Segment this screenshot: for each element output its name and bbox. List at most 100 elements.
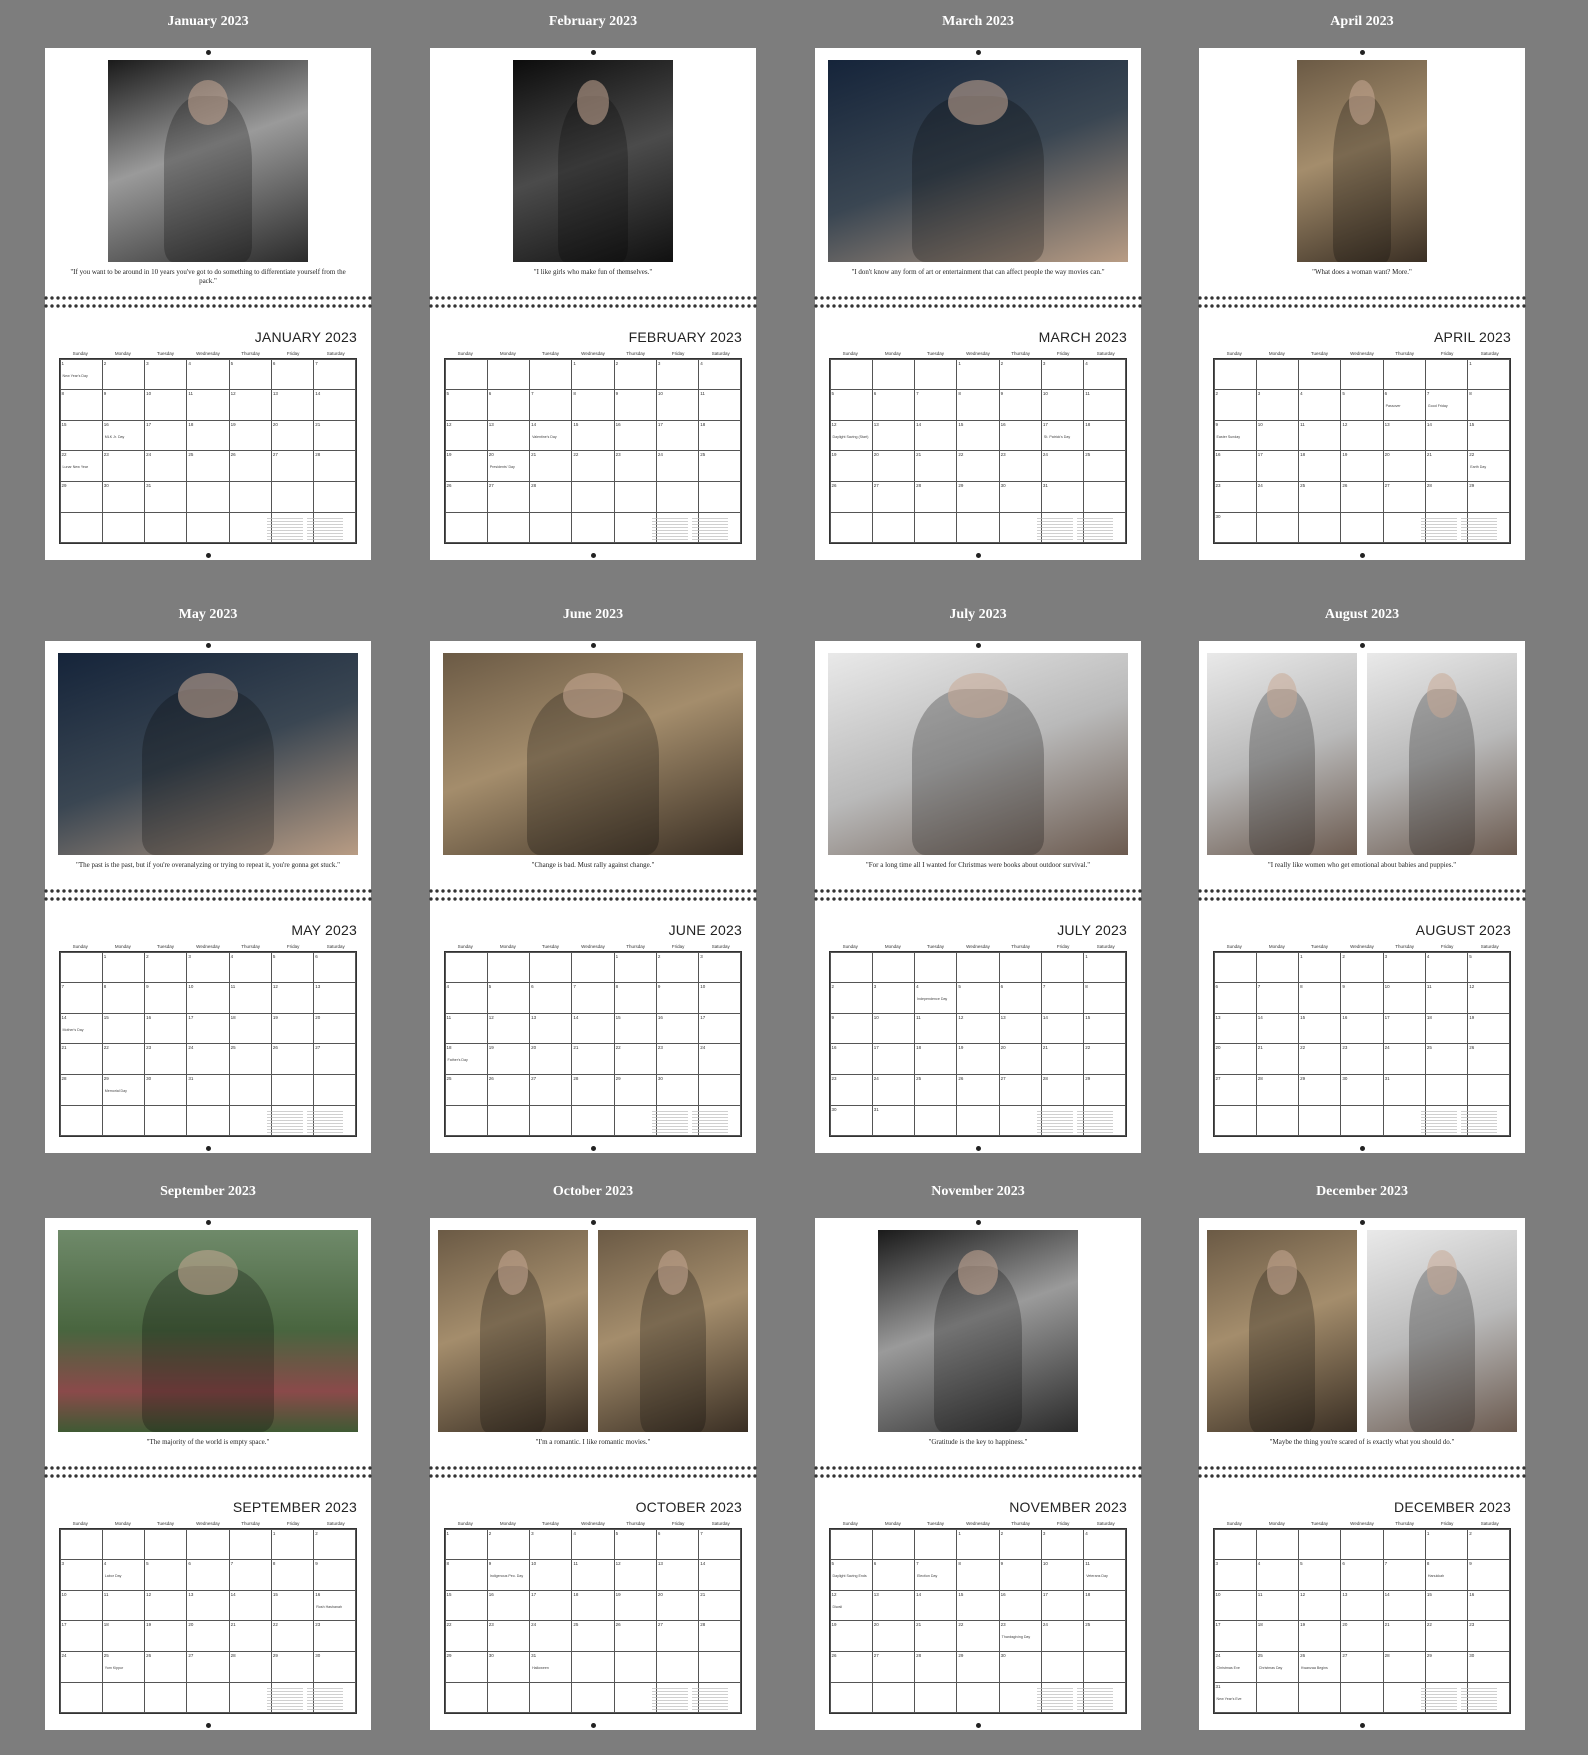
- day-cell[interactable]: 15: [1298, 1012, 1342, 1045]
- day-cell[interactable]: [228, 1104, 272, 1137]
- day-cell[interactable]: 3: [144, 358, 188, 391]
- day-cell[interactable]: [186, 1104, 230, 1137]
- day-cell[interactable]: 21: [914, 450, 958, 483]
- day-cell[interactable]: [613, 1104, 657, 1137]
- day-cell[interactable]: [529, 511, 573, 544]
- day-cell[interactable]: 13: [655, 1559, 700, 1591]
- day-cell[interactable]: [613, 1651, 657, 1683]
- day-cell[interactable]: 8: [613, 982, 657, 1014]
- day-cell[interactable]: [444, 358, 488, 391]
- day-cell[interactable]: 13: [998, 1012, 1042, 1045]
- day-cell[interactable]: 27: [1382, 481, 1426, 513]
- day-cell[interactable]: 4: [1083, 358, 1127, 391]
- day-cell[interactable]: [529, 358, 573, 391]
- day-cell[interactable]: [529, 1104, 573, 1137]
- day-cell[interactable]: 18: [228, 1012, 272, 1045]
- day-cell[interactable]: 26: [829, 481, 873, 513]
- day-cell[interactable]: 10: [1382, 982, 1426, 1014]
- day-cell[interactable]: 20 Presidents' Day: [486, 450, 531, 483]
- day-cell[interactable]: 18 Father's Day: [444, 1043, 488, 1076]
- day-cell[interactable]: [829, 1681, 873, 1714]
- day-cell[interactable]: 24 Christmas Eve: [1213, 1651, 1257, 1683]
- day-cell[interactable]: [998, 951, 1042, 984]
- day-cell[interactable]: 30: [1213, 511, 1257, 544]
- day-cell[interactable]: 12 Diwali: [829, 1589, 873, 1622]
- day-cell[interactable]: [270, 1074, 315, 1106]
- day-cell[interactable]: [998, 1104, 1042, 1137]
- day-cell[interactable]: 15: [1083, 1012, 1127, 1045]
- day-cell[interactable]: 13: [186, 1589, 230, 1622]
- day-cell[interactable]: 25: [186, 450, 230, 483]
- day-cell[interactable]: 14: [313, 389, 357, 421]
- day-cell[interactable]: 10: [871, 1012, 916, 1045]
- day-cell[interactable]: 13: [529, 1012, 573, 1045]
- day-cell[interactable]: [101, 1104, 146, 1137]
- day-cell[interactable]: [529, 951, 573, 984]
- day-cell[interactable]: 7 Election Day: [914, 1559, 958, 1591]
- day-cell[interactable]: 1: [444, 1528, 488, 1561]
- day-cell[interactable]: 10: [59, 1589, 103, 1622]
- day-cell[interactable]: [871, 951, 916, 984]
- day-cell[interactable]: 10: [186, 982, 230, 1014]
- day-cell[interactable]: 20: [313, 1012, 357, 1045]
- day-cell[interactable]: [1255, 1528, 1300, 1561]
- day-cell[interactable]: 27: [655, 1620, 700, 1653]
- day-cell[interactable]: 10: [1213, 1589, 1257, 1622]
- day-cell[interactable]: 17: [59, 1620, 103, 1653]
- day-cell[interactable]: 23: [1340, 1043, 1384, 1076]
- day-cell[interactable]: 28: [313, 450, 357, 483]
- day-cell[interactable]: [59, 951, 103, 984]
- day-cell[interactable]: 14: [571, 1012, 615, 1045]
- day-cell[interactable]: [698, 1651, 742, 1683]
- day-cell[interactable]: 18: [1083, 419, 1127, 452]
- day-cell[interactable]: 16: [1213, 450, 1257, 483]
- day-cell[interactable]: 20: [998, 1043, 1042, 1076]
- day-cell[interactable]: 7: [529, 389, 573, 421]
- day-cell[interactable]: 5: [144, 1559, 188, 1591]
- day-cell[interactable]: 23: [998, 450, 1042, 483]
- day-cell[interactable]: 15: [956, 419, 1000, 452]
- day-cell[interactable]: 20: [186, 1620, 230, 1653]
- day-cell[interactable]: [956, 511, 1000, 544]
- day-cell[interactable]: 23: [101, 450, 146, 483]
- day-cell[interactable]: 23: [1467, 1620, 1511, 1653]
- day-cell[interactable]: 28: [914, 1651, 958, 1683]
- day-cell[interactable]: 4: [1255, 1559, 1300, 1591]
- day-cell[interactable]: 19: [956, 1043, 1000, 1076]
- day-cell[interactable]: 5: [1340, 389, 1384, 421]
- day-cell[interactable]: 13: [1340, 1589, 1384, 1622]
- day-cell[interactable]: 21: [914, 1620, 958, 1653]
- day-cell[interactable]: 8: [571, 389, 615, 421]
- day-cell[interactable]: [571, 1651, 615, 1683]
- day-cell[interactable]: 17: [529, 1589, 573, 1622]
- day-cell[interactable]: 21: [59, 1043, 103, 1076]
- day-cell[interactable]: [59, 1104, 103, 1137]
- day-cell[interactable]: [613, 1681, 657, 1714]
- day-cell[interactable]: 21: [529, 450, 573, 483]
- day-cell[interactable]: 12: [144, 1589, 188, 1622]
- day-cell[interactable]: 29: [270, 1651, 315, 1683]
- day-cell[interactable]: [871, 358, 916, 391]
- day-cell[interactable]: 24: [186, 1043, 230, 1076]
- day-cell[interactable]: 6: [871, 389, 916, 421]
- day-cell[interactable]: 30: [101, 481, 146, 513]
- day-cell[interactable]: 4: [698, 358, 742, 391]
- day-cell[interactable]: [1255, 1104, 1300, 1137]
- day-cell[interactable]: [228, 481, 272, 513]
- day-cell[interactable]: [1340, 511, 1384, 544]
- day-cell[interactable]: [1083, 1651, 1127, 1683]
- day-cell[interactable]: [655, 481, 700, 513]
- day-cell[interactable]: 26: [829, 1651, 873, 1683]
- day-cell[interactable]: 31: [1382, 1074, 1426, 1106]
- day-cell[interactable]: 4: [1083, 1528, 1127, 1561]
- day-cell[interactable]: 1: [613, 951, 657, 984]
- day-cell[interactable]: 4: [1298, 389, 1342, 421]
- day-cell[interactable]: 31: [871, 1104, 916, 1137]
- day-cell[interactable]: [1213, 1104, 1257, 1137]
- day-cell[interactable]: 4: [1424, 951, 1469, 984]
- day-cell[interactable]: 25: [1083, 450, 1127, 483]
- day-cell[interactable]: [186, 1681, 230, 1714]
- day-cell[interactable]: 11: [1083, 389, 1127, 421]
- day-cell[interactable]: 8: [270, 1559, 315, 1591]
- day-cell[interactable]: 3: [1040, 1528, 1085, 1561]
